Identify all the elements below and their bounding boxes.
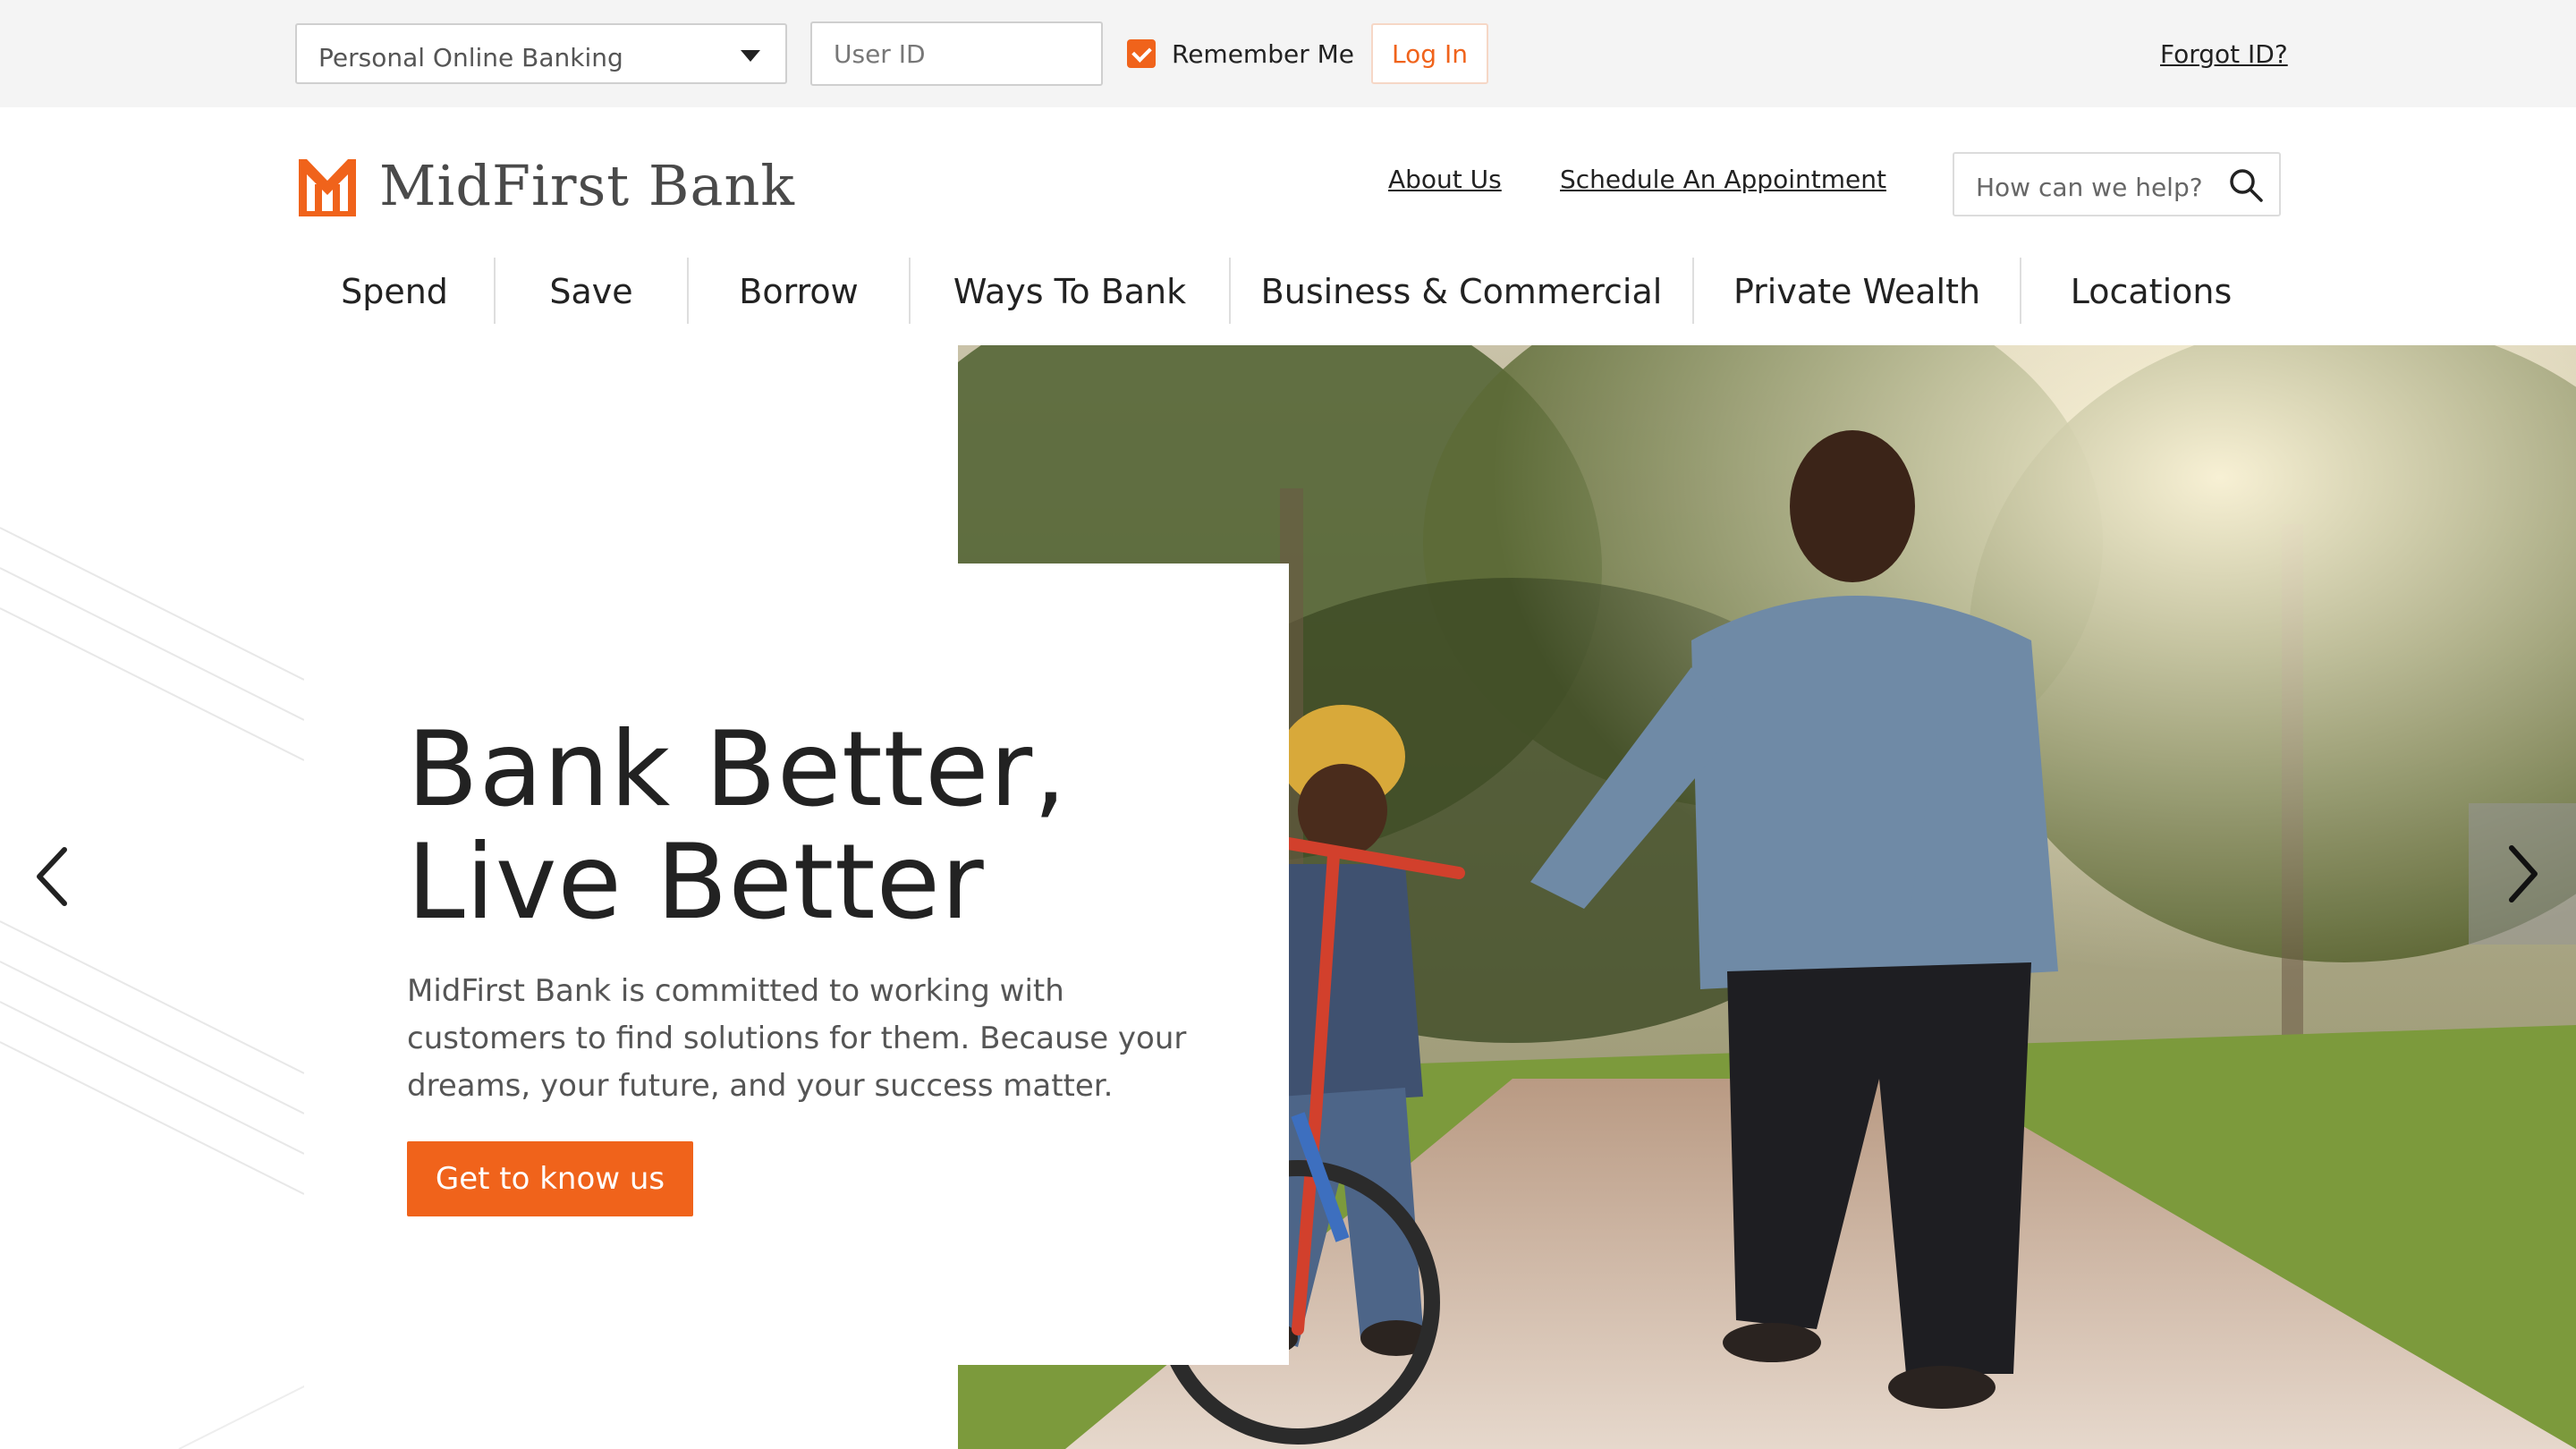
- hero-text-panel: [958, 564, 1289, 1365]
- nav-business-commercial[interactable]: Business & Commercial: [1231, 258, 1692, 326]
- site-search[interactable]: How can we help?: [1953, 152, 2281, 216]
- nav-locations[interactable]: Locations: [2021, 258, 2281, 326]
- remember-me-label: Remember Me: [1172, 38, 1354, 69]
- user-id-input[interactable]: [810, 21, 1103, 86]
- carousel-prev-button[interactable]: [27, 841, 80, 912]
- brand-name: MidFirst Bank: [379, 153, 795, 218]
- remember-me-checkbox[interactable]: [1127, 39, 1156, 68]
- decorative-lines: [0, 527, 304, 1449]
- schedule-appointment-link[interactable]: Schedule An Appointment: [1560, 165, 1886, 194]
- nav-spend[interactable]: Spend: [295, 258, 494, 326]
- hero-title-line2: Live Better: [407, 822, 985, 943]
- nav-save[interactable]: Save: [496, 258, 687, 326]
- nav-private-wealth[interactable]: Private Wealth: [1694, 258, 2020, 326]
- brand-logo[interactable]: MidFirst Bank: [295, 152, 795, 219]
- account-type-select[interactable]: Personal Online Banking: [295, 23, 787, 84]
- about-us-link[interactable]: About Us: [1388, 165, 1502, 194]
- chevron-left-icon: [37, 847, 67, 906]
- search-placeholder: How can we help?: [1976, 173, 2203, 202]
- login-button[interactable]: Log In: [1371, 23, 1488, 84]
- account-type-value: Personal Online Banking: [318, 43, 623, 72]
- login-bar: Personal Online Banking Remember Me Log …: [0, 0, 2576, 107]
- chevron-down-icon: [741, 50, 760, 62]
- nav-ways-to-bank[interactable]: Ways To Bank: [911, 258, 1229, 326]
- remember-me[interactable]: Remember Me: [1127, 38, 1354, 70]
- get-to-know-us-button[interactable]: Get to know us: [407, 1141, 693, 1216]
- main-nav: Spend Save Borrow Ways To Bank Business …: [295, 258, 2281, 326]
- nav-borrow[interactable]: Borrow: [689, 258, 909, 326]
- search-icon[interactable]: [2227, 166, 2265, 204]
- midfirst-logo-icon: [299, 158, 356, 216]
- hero-title: Bank Better, Live Better: [407, 714, 1212, 939]
- hero-description: MidFirst Bank is committed to working wi…: [407, 973, 1187, 1104]
- hero-title-line1: Bank Better,: [407, 709, 1068, 830]
- forgot-id-link[interactable]: Forgot ID?: [2160, 39, 2288, 69]
- chevron-right-icon: [2509, 845, 2538, 902]
- carousel-next-button[interactable]: [2469, 803, 2576, 945]
